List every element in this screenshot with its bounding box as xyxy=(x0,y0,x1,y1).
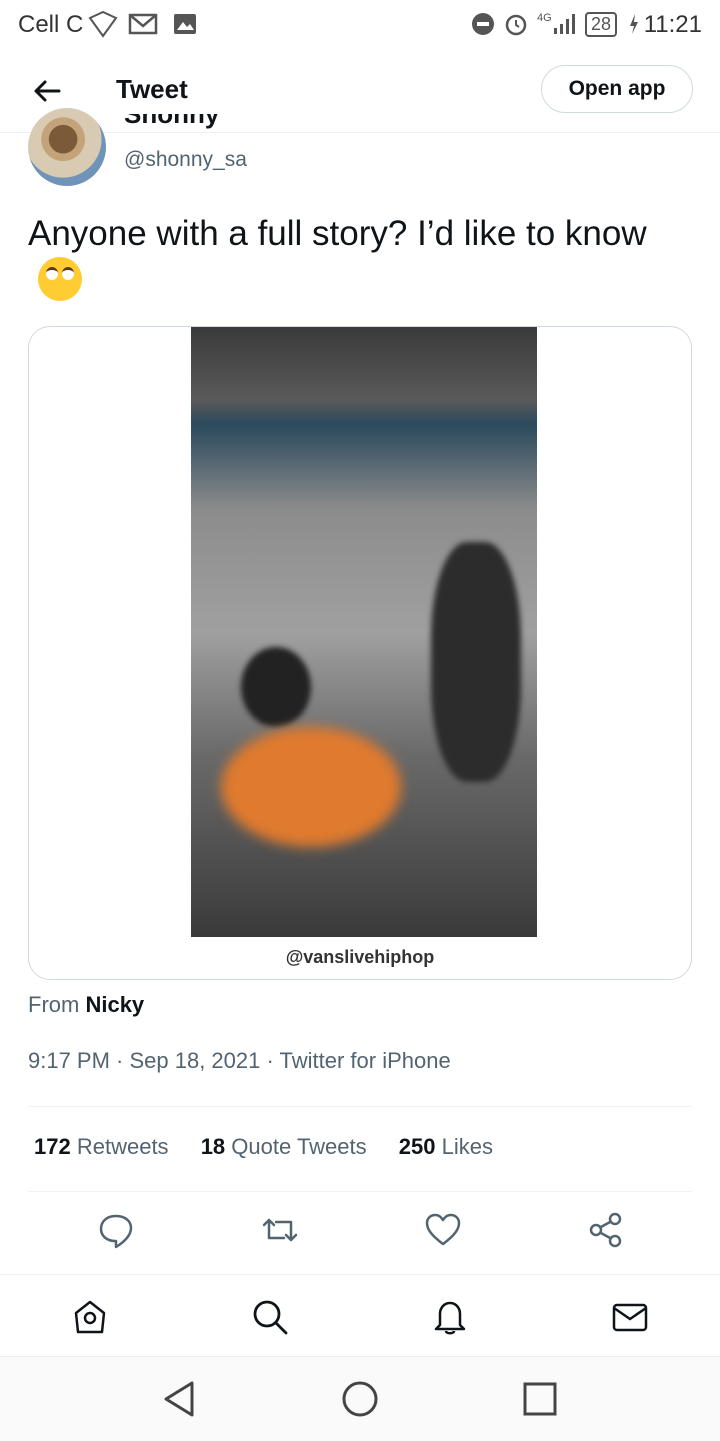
alarm-icon xyxy=(505,14,527,36)
tweet-actions xyxy=(0,1208,720,1252)
video-orange-blur xyxy=(221,727,401,847)
media-card[interactable]: @vanslivehiphop xyxy=(28,326,692,980)
tweet-stats: 172 Retweets 18 Quote Tweets 250 Likes xyxy=(34,1134,519,1160)
share-icon[interactable] xyxy=(584,1208,628,1252)
quote-tweets-stat[interactable]: 18 Quote Tweets xyxy=(201,1134,367,1159)
divider xyxy=(28,1106,692,1107)
clock: 11:21 xyxy=(643,11,702,38)
messages-icon[interactable] xyxy=(610,1297,650,1337)
do-not-disturb-icon xyxy=(472,13,494,35)
media-watermark: @vanslivehiphop xyxy=(285,947,435,967)
open-app-button[interactable]: Open app xyxy=(541,65,693,113)
avatar[interactable] xyxy=(28,108,106,186)
retweets-stat[interactable]: 172 Retweets xyxy=(34,1134,169,1159)
like-icon[interactable] xyxy=(421,1208,465,1252)
video-figure xyxy=(431,542,521,782)
likes-label: Likes xyxy=(441,1134,493,1159)
tweet-text: Anyone with a full story? I’d like to kn… xyxy=(28,210,688,305)
video-figure-head xyxy=(241,647,311,727)
back-arrow-icon[interactable] xyxy=(32,76,62,106)
retweet-icon[interactable] xyxy=(258,1208,302,1252)
divider xyxy=(28,1191,692,1192)
retweets-label: Retweets xyxy=(76,1134,169,1159)
author-handle[interactable]: @shonny_sa xyxy=(124,148,247,172)
home-icon[interactable] xyxy=(70,1297,110,1337)
charging-icon xyxy=(630,14,638,34)
tweet-text-body: Anyone with a full story? I’d like to kn… xyxy=(28,214,647,253)
page-title: Tweet xyxy=(116,74,188,104)
battery-level: 28 xyxy=(585,12,618,37)
mail-notification-icon xyxy=(128,13,158,35)
carrier-label: Cell C xyxy=(18,11,84,38)
search-icon[interactable] xyxy=(250,1297,290,1337)
top-app-bar: Tweet Open app xyxy=(0,50,720,132)
gallery-notification-icon xyxy=(174,14,196,34)
bottom-navigation xyxy=(0,1274,720,1357)
face-with-rolling-eyes-icon xyxy=(38,257,82,301)
system-navigation-bar xyxy=(0,1356,720,1441)
recents-square-icon[interactable] xyxy=(518,1377,562,1421)
author-display-name[interactable]: Shonny xyxy=(124,114,219,140)
likes-stat[interactable]: 250 Likes xyxy=(399,1134,493,1159)
quotes-count: 18 xyxy=(200,1134,226,1159)
signal-icon xyxy=(554,14,575,34)
source-prefix: From xyxy=(28,992,80,1017)
notifications-icon[interactable] xyxy=(430,1297,470,1337)
back-triangle-icon[interactable] xyxy=(158,1377,202,1421)
media-source: From Nicky xyxy=(28,992,144,1018)
video-thumbnail[interactable] xyxy=(191,327,537,937)
reply-icon[interactable] xyxy=(94,1208,138,1252)
quotes-label: Quote Tweets xyxy=(231,1134,367,1159)
home-circle-icon[interactable] xyxy=(338,1377,382,1421)
status-bar: Cell C 4G 28 11:21 xyxy=(0,0,720,50)
tweet-timestamp-meta[interactable]: 9:17 PM · Sep 18, 2021 · Twitter for iPh… xyxy=(28,1048,451,1074)
retweets-count: 172 xyxy=(34,1134,71,1159)
network-type-label: 4G xyxy=(537,12,552,24)
carrier-app-icon xyxy=(88,10,118,38)
source-name[interactable]: Nicky xyxy=(85,992,144,1017)
likes-count: 250 xyxy=(398,1134,436,1159)
